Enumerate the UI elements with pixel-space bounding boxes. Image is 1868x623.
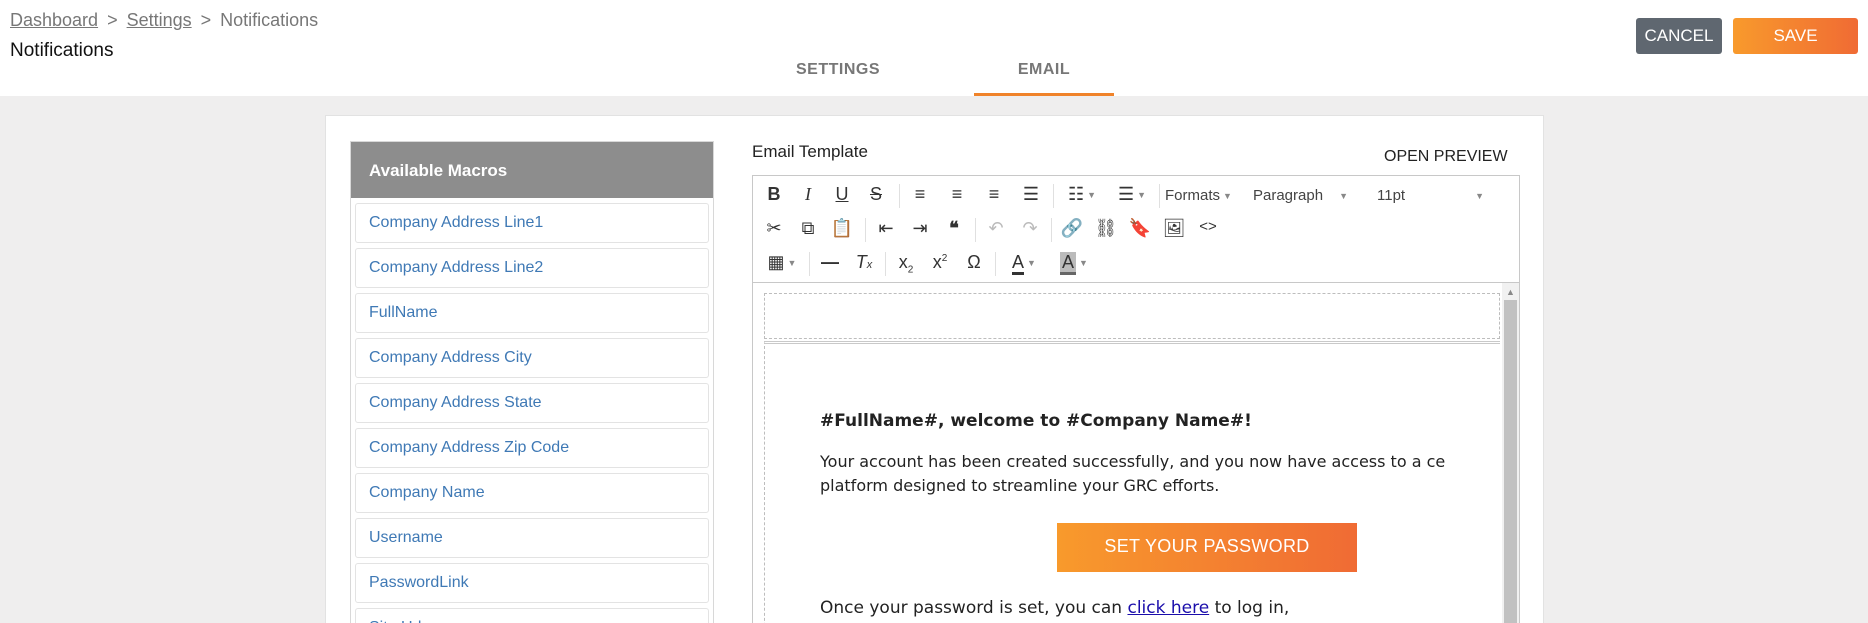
toolbar-divider [1159,184,1160,208]
formats-label: Formats [1165,187,1221,204]
macro-item[interactable]: Username [355,518,709,558]
special-char-icon[interactable]: Ω [959,249,989,277]
unlink-icon[interactable]: ⛓ [1091,215,1121,243]
click-here-link[interactable]: click here [1127,598,1209,618]
blockquote-icon[interactable]: ❝ [939,215,969,243]
breadcrumb-separator: > [107,10,118,30]
bold-icon[interactable]: B [759,181,789,209]
editor-content[interactable]: #FullName#, welcome to #Company Name#! Y… [753,283,1519,623]
email-paragraph-line: platform designed to streamline your GRC… [820,476,1220,495]
macro-item[interactable]: Site Url [355,608,709,623]
font-size-dropdown[interactable]: 11pt ▼ [1377,181,1493,209]
email-login-line: Once your password is set, you can click… [820,598,1289,618]
tab-settings[interactable]: SETTINGS [760,48,916,96]
login-line-prefix: Once your password is set, you can [820,598,1128,618]
email-body-block: #FullName#, welcome to #Company Name#! Y… [764,341,1500,623]
align-left-icon[interactable]: ≡ [905,181,935,209]
cancel-button[interactable]: CANCEL [1636,18,1722,54]
macro-item[interactable]: Company Name [355,473,709,513]
macros-panel: Available Macros Company Address Line1 C… [350,141,714,623]
subscript-icon[interactable]: x2 [891,249,921,277]
toolbar-divider [1053,184,1054,208]
indent-icon[interactable]: ⇥ [905,215,935,243]
image-icon[interactable]: 🖼 [1159,215,1189,243]
toolbar-divider [899,184,900,208]
breadcrumb-separator: > [200,10,212,30]
login-line-suffix: to log in, [1209,598,1290,618]
toolbar-row: ▦ ▼ — Tx x2 x2 Ω A ▼ A ▼ [753,246,1519,280]
email-header-block [764,293,1500,339]
cut-icon[interactable]: ✂ [759,215,789,243]
toolbar-divider [865,218,866,242]
copy-icon[interactable]: ⧉ [793,215,823,243]
italic-icon[interactable]: I [793,181,823,209]
horizontal-rule-icon[interactable]: — [815,249,845,277]
underline-icon[interactable]: U [827,181,857,209]
link-icon[interactable]: 🔗 [1057,215,1087,243]
align-justify-icon[interactable]: ☰ [1016,181,1046,209]
editor-toolbar: B I U S ≡ ≡ ≡ ☰ ☷ ▼ ☰ ▼ Formats ▼ Paragraph… [753,176,1519,283]
toolbar-divider [975,218,976,242]
macro-item[interactable]: FullName [355,293,709,333]
scroll-up-icon[interactable]: ▲ [1502,283,1519,300]
undo-icon[interactable]: ↶ [981,215,1011,243]
save-button[interactable]: SAVE [1733,18,1858,54]
outdent-icon[interactable]: ⇤ [871,215,901,243]
rich-text-editor: B I U S ≡ ≡ ≡ ☰ ☷ ▼ ☰ ▼ Formats ▼ Paragraph… [752,175,1520,623]
macro-item[interactable]: Company Address Line1 [355,203,709,243]
macro-item[interactable]: Company Address Zip Code [355,428,709,468]
toolbar-divider [995,252,996,276]
toolbar-row: B I U S ≡ ≡ ≡ ☰ ☷ ▼ ☰ ▼ Formats ▼ Paragraph… [753,178,1519,212]
bullet-list-icon[interactable]: ☷ ▼ [1059,181,1105,209]
top-bar: Dashboard > Settings > Notifications Notific… [0,0,1868,96]
strikethrough-icon[interactable]: S [861,181,891,209]
email-heading: #FullName#, welcome to #Company Name#! [820,411,1252,431]
breadcrumb-current: Notifications [220,10,319,30]
align-center-icon[interactable]: ≡ [942,181,972,209]
superscript-icon[interactable]: x2 [925,249,955,277]
editor-scrollbar[interactable]: ▲ [1502,283,1519,623]
email-template-label: Email Template [752,142,868,161]
toolbar-divider [809,252,810,276]
toolbar-divider [885,252,886,276]
block-format-value: Paragraph [1253,187,1324,204]
macros-title: Available Macros [351,142,713,198]
formats-dropdown[interactable]: Formats ▼ [1165,181,1245,209]
macro-item[interactable]: Company Address City [355,338,709,378]
tab-bar: SETTINGS EMAIL [0,48,1868,96]
bookmark-icon[interactable]: 🔖 [1125,215,1155,243]
paste-icon[interactable]: 📋 [827,215,857,243]
clear-format-icon[interactable]: Tx [849,249,879,277]
text-color-icon[interactable]: A ▼ [1001,249,1047,277]
email-paragraph: Your account has been created successful… [820,450,1500,498]
toolbar-row: ✂ ⧉ 📋 ⇤ ⇥ ❝ ↶ ↷ 🔗 ⛓ 🔖 🖼 <> [753,212,1519,246]
breadcrumb-settings[interactable]: Settings [127,10,192,30]
macro-item[interactable]: PasswordLink [355,563,709,603]
align-right-icon[interactable]: ≡ [979,181,1009,209]
breadcrumb-dashboard[interactable]: Dashboard [10,10,98,30]
scroll-thumb[interactable] [1504,300,1517,623]
tab-email[interactable]: EMAIL [974,48,1114,96]
macro-item[interactable]: Company Address State [355,383,709,423]
code-icon[interactable]: <> [1193,215,1223,243]
font-size-value: 11pt [1377,187,1406,204]
numbered-list-icon[interactable]: ☰ ▼ [1109,181,1155,209]
open-preview-link[interactable]: OPEN PREVIEW [1384,148,1508,166]
redo-icon[interactable]: ↷ [1015,215,1045,243]
table-icon[interactable]: ▦ ▼ [759,249,805,277]
breadcrumb: Dashboard > Settings > Notifications [10,10,318,31]
background-color-icon[interactable]: A ▼ [1051,249,1097,277]
block-format-dropdown[interactable]: Paragraph ▼ [1253,181,1369,209]
macro-item[interactable]: Company Address Line2 [355,248,709,288]
set-password-button[interactable]: SET YOUR PASSWORD [1057,523,1357,572]
email-paragraph-line: Your account has been created successful… [820,452,1446,471]
toolbar-divider [1051,218,1052,242]
